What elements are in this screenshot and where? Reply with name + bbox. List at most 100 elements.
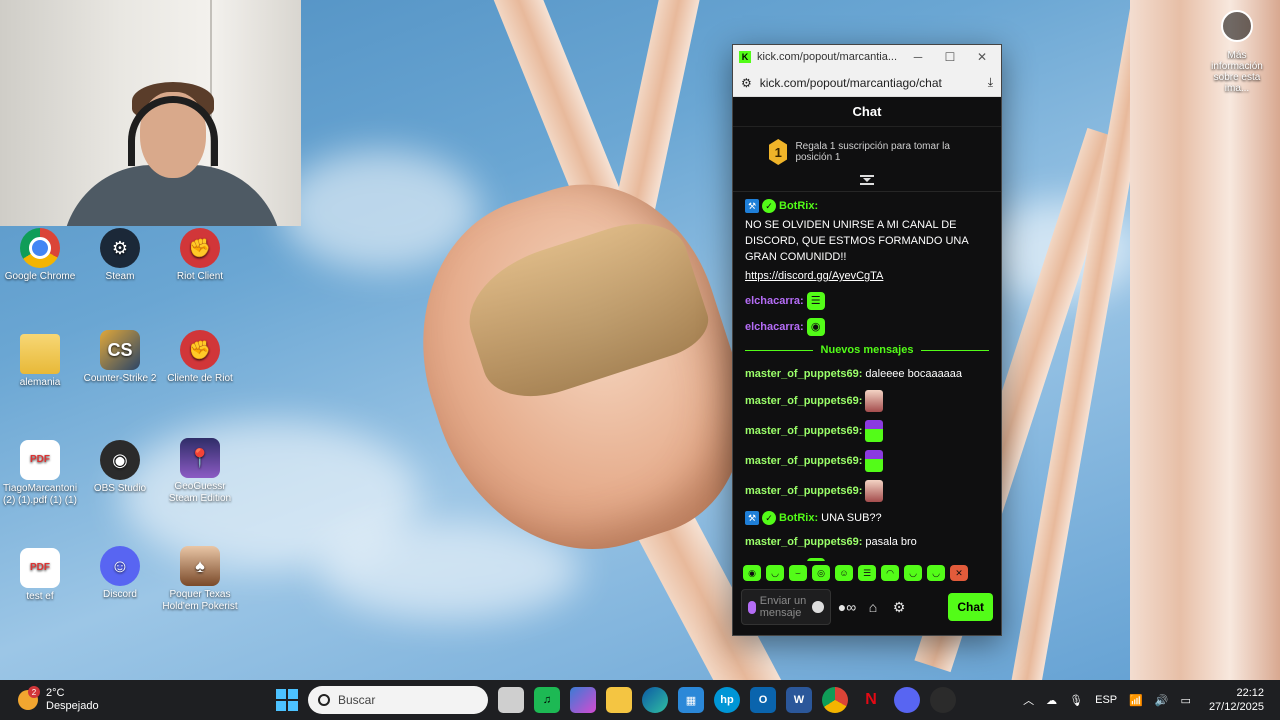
chat-popout-window[interactable]: K kick.com/popout/marcantia... ─ ☐ ✕ ⚙ k… bbox=[732, 44, 1002, 636]
chat-username[interactable]: master_of_puppets69: bbox=[745, 393, 862, 409]
emoji-picker-icon[interactable] bbox=[812, 601, 824, 613]
outlook-icon[interactable]: O bbox=[750, 687, 776, 713]
store-app-icon[interactable]: ▦ bbox=[678, 687, 704, 713]
site-settings-icon[interactable]: ⚙ bbox=[741, 76, 752, 90]
chat-username[interactable]: BotRix: bbox=[779, 510, 818, 526]
emote-icon[interactable]: ✕ bbox=[950, 565, 968, 581]
steam-icon: ⚙ bbox=[100, 228, 140, 268]
chat-username[interactable]: elchacarra: bbox=[745, 319, 804, 335]
system-tray: ︿ ☁ 🎙 ESP 📶 🔊 ▭ 22:12 27/12/2025 bbox=[1023, 680, 1264, 720]
send-chat-button[interactable]: Chat bbox=[948, 593, 993, 621]
weather-moon-icon: 2 bbox=[18, 686, 40, 710]
verified-badge-icon: ✓ bbox=[762, 511, 776, 525]
obs-taskbar-icon[interactable] bbox=[930, 687, 956, 713]
chat-message: master_of_puppets69: pasala bro bbox=[745, 534, 989, 550]
emote-icon[interactable]: ◠ bbox=[881, 565, 899, 581]
chat-username[interactable]: master_of_puppets69: bbox=[745, 366, 862, 382]
edge-icon[interactable] bbox=[642, 687, 668, 713]
desktop-icon-alemania[interactable]: alemania bbox=[0, 334, 80, 389]
obs-icon: ◉ bbox=[100, 440, 140, 480]
emote-icon[interactable]: ◎ bbox=[812, 565, 830, 581]
chat-username[interactable]: master_of_puppets69: bbox=[745, 423, 862, 439]
desktop-icon-riot-client[interactable]: ✊ Riot Client bbox=[160, 228, 240, 283]
chat-input-placeholder: Enviar un mensaje bbox=[759, 595, 807, 619]
discord-taskbar-icon[interactable] bbox=[894, 687, 920, 713]
weather-widget[interactable]: 2 2°C Despejado bbox=[0, 686, 200, 713]
maximize-icon[interactable]: ☐ bbox=[937, 50, 963, 64]
netflix-icon[interactable]: N bbox=[858, 687, 884, 713]
microphone-icon[interactable]: 🎙 bbox=[1069, 694, 1083, 707]
word-icon[interactable]: W bbox=[786, 687, 812, 713]
desktop-icon-test-ef[interactable]: PDF test ef bbox=[0, 548, 80, 603]
collapse-pinned-button[interactable] bbox=[733, 171, 1001, 192]
desktop-icon-cliente-riot[interactable]: ✊ Cliente de Riot bbox=[160, 330, 240, 385]
promo-text: Regala 1 suscripción para tomar la posic… bbox=[795, 141, 950, 163]
minimize-icon[interactable]: ─ bbox=[905, 50, 931, 64]
chat-username[interactable]: master_of_puppets69: bbox=[745, 483, 862, 499]
clock[interactable]: 22:12 27/12/2025 bbox=[1209, 686, 1264, 714]
language-indicator[interactable]: ESP bbox=[1095, 694, 1117, 706]
discord-link[interactable]: https://discord.gg/AyevCgTA bbox=[745, 268, 883, 284]
chat-message: elchacarra: ◉ bbox=[745, 318, 989, 336]
chat-username[interactable]: master_of_puppets69: bbox=[745, 534, 862, 550]
gift-sub-promo[interactable]: 1 Regala 1 suscripción para tomar la pos… bbox=[733, 127, 1001, 171]
desktop-icon-geoguessr[interactable]: 📍 GeoGuessr Steam Edition bbox=[160, 438, 240, 505]
anime-emote-icon bbox=[865, 390, 884, 412]
emote-icon[interactable]: ⌣ bbox=[789, 565, 807, 581]
wifi-icon[interactable]: 📶 bbox=[1129, 694, 1143, 707]
emote-icon[interactable]: ☺ bbox=[835, 565, 853, 581]
webcam-feed bbox=[0, 0, 301, 226]
chat-username[interactable]: master_of_puppets69: bbox=[745, 453, 862, 469]
task-view-icon[interactable] bbox=[498, 687, 524, 713]
chat-messages[interactable]: ⚒ ✓ BotRix: NO SE OLVIDEN UNIRSE A MI CA… bbox=[733, 192, 1001, 561]
chrome-taskbar-icon[interactable] bbox=[822, 687, 848, 713]
chat-username[interactable]: BotRix: bbox=[779, 198, 818, 214]
emote-icon[interactable]: ☰ bbox=[858, 565, 876, 581]
chat-input[interactable]: Enviar un mensaje bbox=[741, 589, 831, 625]
close-icon[interactable]: ✕ bbox=[969, 50, 995, 64]
show-hidden-icons-icon[interactable]: ︿ bbox=[1023, 692, 1034, 708]
new-messages-divider: Nuevos mensajes bbox=[745, 344, 989, 356]
emote-icon[interactable]: ◉ bbox=[743, 565, 761, 581]
start-button[interactable] bbox=[276, 689, 298, 711]
points-icon[interactable]: ●∞ bbox=[837, 599, 857, 615]
store-icon[interactable]: ⌂ bbox=[863, 599, 883, 615]
emote-icon[interactable]: ◡ bbox=[927, 565, 945, 581]
emote-icon[interactable]: ◡ bbox=[766, 565, 784, 581]
wallpaper-info[interactable]: Más información sobre esta ima... bbox=[1202, 10, 1272, 94]
desktop-icon-obs[interactable]: ◉ OBS Studio bbox=[80, 440, 160, 495]
hp-icon[interactable]: hp bbox=[714, 687, 740, 713]
address-bar[interactable]: ⚙ kick.com/popout/marcantiago/chat ⤓ bbox=[733, 69, 1001, 97]
desktop-icon-counter-strike[interactable]: CS Counter-Strike 2 bbox=[80, 330, 160, 385]
window-titlebar[interactable]: K kick.com/popout/marcantia... ─ ☐ ✕ bbox=[733, 45, 1001, 69]
desktop-icon-discord[interactable]: ☺ Discord bbox=[80, 546, 160, 601]
chat-message: master_of_puppets69: bbox=[745, 390, 989, 412]
search-icon bbox=[318, 694, 330, 706]
emote-icon[interactable]: ◡ bbox=[904, 565, 922, 581]
desktop-icon-pdf[interactable]: PDF TiagoMarcantoni (2) (1).pdf (1) (1) bbox=[0, 440, 80, 507]
anime-emote-icon bbox=[865, 480, 884, 502]
weather-temp: 2°C bbox=[46, 687, 65, 699]
file-explorer-icon[interactable] bbox=[606, 687, 632, 713]
bot-badge-icon: ⚒ bbox=[745, 511, 759, 525]
mic-icon[interactable] bbox=[748, 600, 756, 614]
volume-icon[interactable]: 🔊 bbox=[1155, 694, 1169, 707]
chat-username[interactable]: elchacarra: bbox=[745, 293, 804, 309]
rank-medal-icon: 1 bbox=[769, 139, 788, 165]
desktop-icon-steam[interactable]: ⚙ Steam bbox=[80, 228, 160, 283]
quick-emote-bar[interactable]: ◉ ◡ ⌣ ◎ ☺ ☰ ◠ ◡ ◡ ✕ bbox=[733, 561, 1001, 585]
download-icon[interactable]: ⤓ bbox=[988, 75, 993, 90]
desktop-icon-chrome[interactable]: Google Chrome bbox=[0, 228, 80, 283]
battery-icon[interactable]: ▭ bbox=[1181, 694, 1191, 707]
chrome-icon bbox=[20, 228, 60, 268]
onedrive-icon[interactable]: ☁ bbox=[1046, 694, 1057, 707]
copilot-icon[interactable] bbox=[570, 687, 596, 713]
settings-gear-icon[interactable]: ⚙ bbox=[889, 599, 909, 616]
spotify-icon[interactable]: ♫ bbox=[534, 687, 560, 713]
chat-title: Chat bbox=[733, 97, 1001, 127]
taskbar-search[interactable]: Buscar bbox=[308, 686, 488, 714]
collapse-icon bbox=[860, 175, 874, 185]
chat-message: master_of_puppets69: daleeee bocaaaaaa bbox=[745, 366, 989, 382]
url-text[interactable]: kick.com/popout/marcantiago/chat bbox=[760, 76, 980, 90]
desktop-icon-poker[interactable]: ♠ Poquer Texas Hold'em Pokerist bbox=[160, 546, 240, 613]
